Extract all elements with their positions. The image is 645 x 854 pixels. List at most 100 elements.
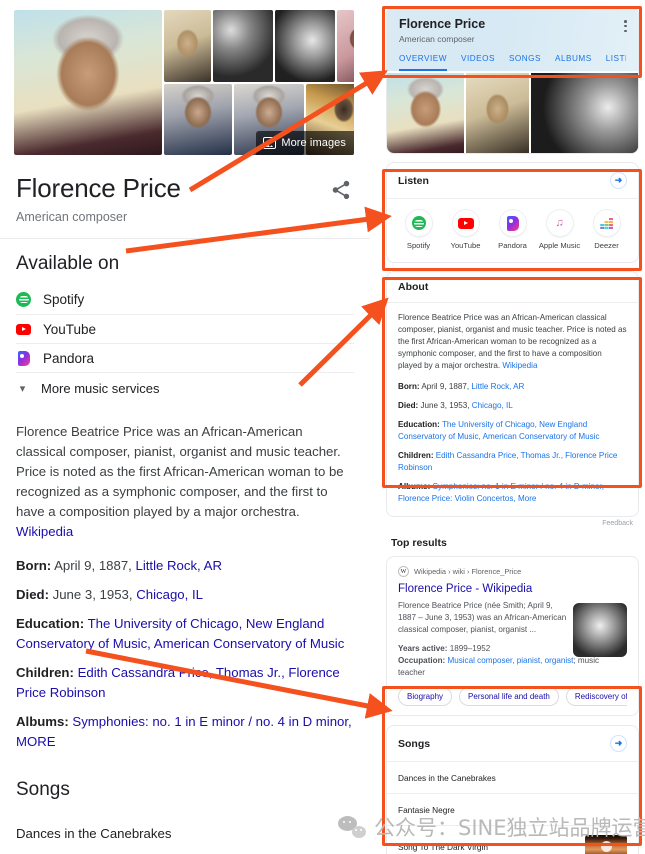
service-label: YouTube [43, 321, 97, 337]
list-item[interactable]: Dances in the Canebrakes [16, 811, 354, 854]
youtube-icon [16, 322, 31, 337]
service-row-pandora[interactable]: Pandora [16, 343, 354, 372]
fact-albums: Albums: Symphonies: no. 1 in E minor / n… [398, 481, 627, 505]
fact-died: Died: June 3, 1953, Chicago, IL [398, 400, 627, 412]
mosaic-image-4[interactable] [337, 10, 354, 82]
fact-born: Born: April 9, 1887, Little Rock, AR [398, 381, 627, 393]
tab-albums[interactable]: ALBUMS [555, 54, 592, 71]
wikipedia-icon: W [398, 566, 409, 577]
service-row-youtube[interactable]: YouTube [16, 314, 354, 343]
songs-header: Songs ➜ [387, 726, 638, 761]
result-thumbnail[interactable] [573, 603, 627, 657]
meta-label: Occupation: [398, 656, 446, 665]
about-description: Florence Beatrice Price was an African-A… [398, 312, 627, 372]
songs-list: Dances in the Canebrakes Fantasie Negre … [16, 811, 354, 854]
fact-plain: April 9, 1887, [419, 382, 472, 391]
service-row-spotify[interactable]: Spotify [16, 285, 354, 314]
fact-albums: Albums: Symphonies: no. 1 in E minor / n… [16, 712, 354, 752]
songs-heading: Songs [16, 779, 70, 800]
listen-service-deezer[interactable]: Deezer [583, 210, 630, 250]
fact-plain: April 9, 1887, [51, 558, 136, 573]
fact-link[interactable]: Chicago, IL [472, 401, 513, 410]
search-result[interactable]: W Wikipedia › wiki › Florence_Price Flor… [387, 557, 638, 715]
chevron-down-icon: ▾ [19, 383, 26, 395]
fact-education: Education: The University of Chicago, Ne… [16, 614, 354, 654]
feedback-link[interactable]: Feedback [380, 517, 645, 527]
more-images-label: More images [281, 137, 346, 149]
strip-image-1[interactable] [387, 73, 464, 153]
fact-label: Children: [16, 665, 74, 680]
mosaic-image-6[interactable] [164, 84, 232, 155]
listen-service-apple-music[interactable]: ♫ Apple Music [536, 210, 583, 250]
watermark: 公众号：SINE独立站品牌运营 [338, 812, 645, 842]
fact-label: Children: [398, 451, 434, 460]
listen-service-pandora[interactable]: Pandora [489, 210, 536, 250]
wikipedia-link[interactable]: Wikipedia [16, 524, 73, 539]
fact-link[interactable]: Chicago, IL [136, 587, 203, 602]
image-strip[interactable] [387, 71, 638, 153]
songs-section: Songs Dances in the Canebrakes Fantasie … [0, 777, 370, 854]
arrow-right-icon[interactable]: ➜ [610, 172, 627, 189]
songs-heading: Songs [398, 737, 431, 750]
more-images-button[interactable]: More images [256, 131, 354, 155]
wikipedia-link[interactable]: Wikipedia [502, 361, 537, 370]
search-result-card: W Wikipedia › wiki › Florence_Price Flor… [386, 556, 639, 716]
fact-label: Died: [398, 401, 419, 410]
listen-service-label: Deezer [594, 241, 619, 250]
page-title: Florence Price [399, 17, 486, 31]
chip-biography[interactable]: Biography [398, 687, 453, 706]
listen-service-spotify[interactable]: Spotify [395, 210, 442, 250]
listen-service-label: YouTube [450, 241, 481, 250]
mosaic-image-2[interactable] [213, 10, 273, 82]
hero-portrait-image[interactable] [14, 10, 162, 155]
mosaic-image-3[interactable] [275, 10, 335, 82]
about-heading: About [398, 281, 429, 293]
listen-service-label: Pandora [498, 241, 527, 250]
fact-label: Education: [16, 616, 85, 631]
fact-died: Died: June 3, 1953, Chicago, IL [16, 585, 354, 605]
listen-service-youtube[interactable]: YouTube [442, 210, 489, 250]
knowledge-card: Florence Price American composer OVERVIE… [386, 6, 639, 154]
result-title-link[interactable]: Florence Price - Wikipedia [398, 583, 627, 595]
tab-overview[interactable]: OVERVIEW [399, 54, 447, 71]
share-icon[interactable] [330, 179, 352, 201]
left-panel-full-view: More images Florence Price American comp… [0, 0, 370, 854]
chip-personal-life-and-death[interactable]: Personal life and death [459, 687, 559, 706]
pandora-icon [16, 350, 31, 366]
list-item[interactable]: Dances in the Canebrakes [387, 761, 638, 793]
section-chips: Biography Personal life and death Redisc… [398, 687, 627, 706]
tab-songs[interactable]: SONGS [509, 54, 541, 71]
description-text: Florence Beatrice Price was an African-A… [16, 424, 344, 519]
page-subtitle: American composer [16, 210, 128, 224]
fact-link[interactable]: Little Rock, AR [135, 558, 221, 573]
chip-rediscovery-of-works[interactable]: Rediscovery of works [565, 687, 627, 706]
knowledge-title-block: Florence Price American composer [0, 155, 370, 238]
service-label: Pandora [43, 350, 95, 366]
listen-services-grid: Spotify YouTube Pandora ♫ Apple Music De… [387, 199, 638, 262]
song-title: Dances in the Canebrakes [398, 772, 496, 783]
tab-videos[interactable]: VIDEOS [461, 54, 495, 71]
mosaic-image-1[interactable] [164, 10, 211, 82]
about-body: Florence Beatrice Price was an African-A… [387, 303, 638, 516]
strip-image-3[interactable] [531, 73, 638, 153]
fact-children: Children: Edith Cassandra Price, Thomas … [16, 663, 354, 703]
watermark-text: 公众号：SINE独立站品牌运营 [374, 816, 645, 840]
tab-bar: OVERVIEW VIDEOS SONGS ALBUMS LISTEN PEOP… [399, 54, 626, 71]
fact-link[interactable]: Little Rock, AR [471, 382, 524, 391]
page-title: Florence Price [16, 173, 181, 203]
more-music-services-button[interactable]: ▾ More music services [16, 372, 354, 404]
meta-value: 1899–1952 [447, 644, 491, 653]
about-card: About Florence Beatrice Price was an Afr… [386, 271, 639, 517]
meta-value-link[interactable]: Musical composer, pianist, organist [445, 656, 573, 665]
tab-listen[interactable]: LISTEN [606, 54, 626, 71]
wechat-icon [338, 816, 366, 838]
image-mosaic[interactable]: More images [14, 10, 354, 155]
meta-occupation: Occupation: Musical composer, pianist, o… [398, 655, 627, 679]
breadcrumb: W Wikipedia › wiki › Florence_Price [398, 566, 627, 577]
strip-image-2[interactable] [466, 73, 529, 153]
kebab-menu-icon[interactable] [624, 20, 627, 34]
listen-card: Listen ➜ Spotify YouTube Pandora ♫ Apple… [386, 162, 639, 263]
fact-children: Children: Edith Cassandra Price, Thomas … [398, 450, 627, 474]
arrow-right-icon[interactable]: ➜ [610, 735, 627, 752]
pandora-icon [499, 210, 526, 236]
